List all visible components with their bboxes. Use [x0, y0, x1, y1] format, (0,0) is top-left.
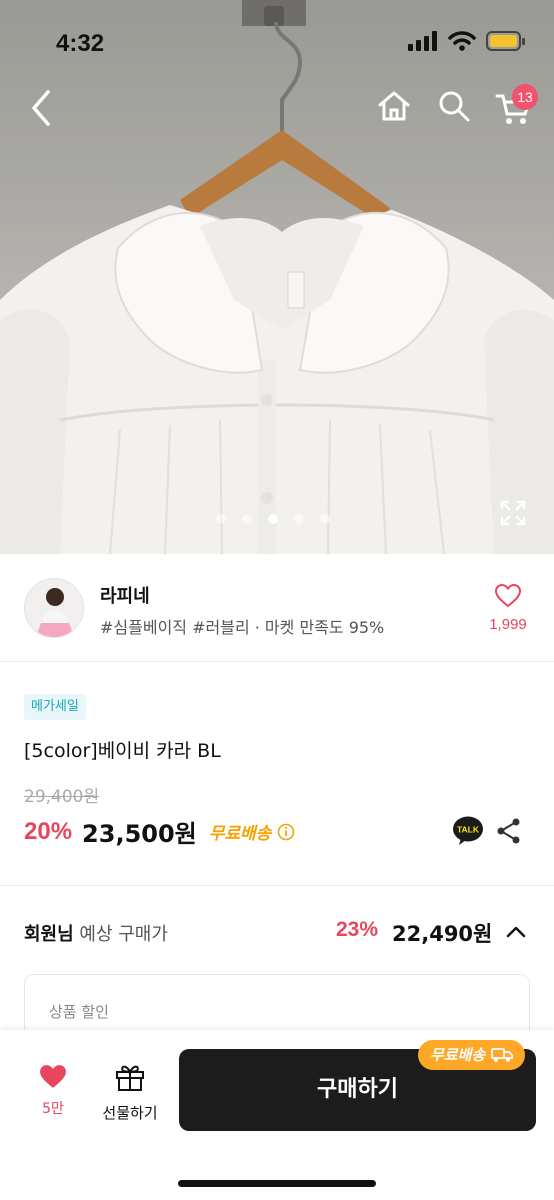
wifi-icon	[448, 31, 476, 51]
member-price-row[interactable]: 회원님 예상 구매가 23% 22,490원	[0, 886, 554, 976]
gift-button[interactable]: 선물하기	[96, 1062, 164, 1123]
free-shipping-pill-label: 무료배송	[430, 1046, 486, 1064]
signal-icon	[408, 31, 437, 51]
seller-like-button[interactable]: 1,999	[484, 583, 532, 633]
like-count: 5만	[42, 1101, 64, 1117]
truck-icon	[491, 1048, 514, 1062]
heart-outline-icon	[494, 583, 522, 608]
seller-tags: #심플베이직 #러블리 · 마켓 만족도 95%	[100, 618, 385, 637]
search-icon[interactable]	[436, 88, 472, 124]
sale-price: 23,500원	[82, 820, 197, 848]
product-discount-label: 상품 할인	[49, 1003, 109, 1021]
seller-row[interactable]: 라피네 #심플베이직 #러블리 · 마켓 만족도 95% 1,999	[0, 554, 554, 662]
gallery-dot[interactable]	[242, 514, 252, 524]
home-indicator	[178, 1180, 376, 1187]
member-label-rest: 예상 구매가	[73, 924, 168, 945]
gallery-pagination[interactable]	[216, 514, 330, 524]
share-icon[interactable]	[496, 817, 522, 845]
seller-like-count: 1,999	[489, 616, 527, 633]
free-shipping-label: 무료배송	[208, 824, 272, 844]
status-bar: 4:32	[0, 0, 554, 88]
free-shipping-pill: 무료배송	[418, 1040, 526, 1070]
heart-filled-icon	[40, 1065, 66, 1088]
kakao-talk-icon[interactable]: TALK	[452, 815, 484, 847]
home-icon[interactable]	[376, 88, 412, 124]
discount-rate: 20%	[24, 817, 73, 845]
status-icons	[408, 30, 526, 52]
bottom-action-bar: 5만 선물하기 구매하기 무료배송	[0, 1030, 554, 1200]
battery-icon	[486, 31, 525, 51]
gift-icon	[116, 1065, 144, 1091]
svg-text:TALK: TALK	[457, 825, 480, 835]
cart-count-badge: 13	[512, 84, 538, 110]
member-label-bold: 회원님	[24, 924, 74, 945]
gallery-dot-active[interactable]	[268, 514, 278, 524]
gallery-dot[interactable]	[294, 514, 304, 524]
member-expected-price: 22,490원	[392, 922, 493, 946]
product-title: [5color]베이비 카라 BL	[24, 740, 221, 762]
gallery-dot[interactable]	[216, 514, 226, 524]
original-price: 29,400원	[24, 787, 100, 807]
member-discount-rate: 23%	[336, 918, 379, 941]
product-info: 메가세일 [5color]베이비 카라 BL 29,400원 20% 23,50…	[0, 662, 554, 886]
gallery-dot[interactable]	[320, 514, 330, 524]
product-image-gallery[interactable]: 4:32 13	[0, 0, 554, 554]
seller-avatar[interactable]	[24, 578, 84, 638]
chevron-up-icon[interactable]	[504, 920, 528, 944]
info-icon[interactable]	[277, 823, 295, 841]
price-row: 20% 23,500원 무료배송	[24, 814, 295, 849]
member-price-label: 회원님 예상 구매가	[24, 920, 168, 946]
mega-sale-badge: 메가세일	[24, 694, 86, 720]
status-time: 4:32	[56, 30, 105, 57]
fullscreen-icon[interactable]	[500, 500, 526, 526]
back-icon[interactable]	[22, 86, 62, 130]
seller-name[interactable]: 라피네	[100, 582, 150, 608]
gift-label: 선물하기	[102, 1104, 158, 1122]
like-button[interactable]: 5만	[26, 1064, 80, 1118]
